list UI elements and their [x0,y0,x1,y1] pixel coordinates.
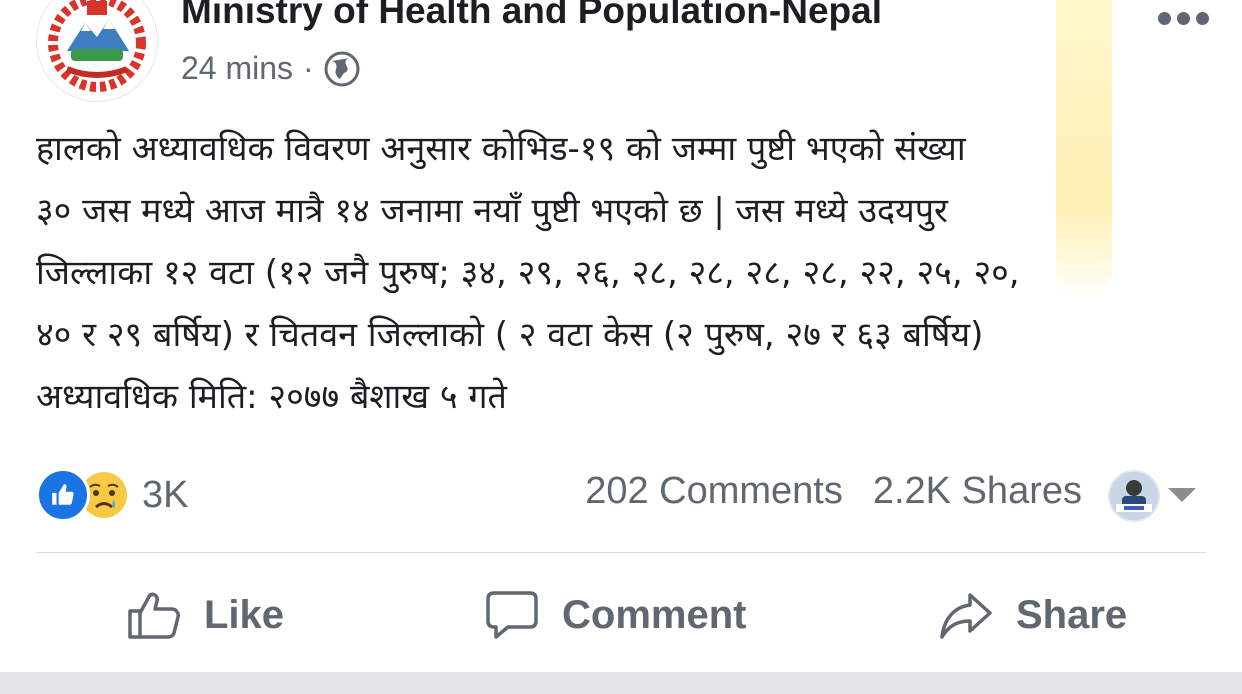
comment-label: Comment [562,592,747,637]
post-text-line: ४० र २९ बर्षिय) र चितवन जिल्लाको ( २ वटा… [36,315,984,355]
comment-button[interactable]: Comment [484,580,746,650]
thumbs-up-icon [128,592,180,639]
reaction-count: 3K [142,473,189,516]
engagement-stats: 202 Comments 2.2K Shares [585,470,1082,513]
share-arrow-icon [940,593,992,639]
post-text: हालको अध्यावधिक विवरण अनुसार कोभिड-१९ को… [36,118,1216,428]
reactions-summary[interactable]: 3K [36,468,188,522]
more-dot [1158,11,1171,25]
nepal-emblem-icon [39,0,155,99]
share-label: Share [1016,592,1128,637]
like-button[interactable]: Like [126,580,284,650]
chevron-down-icon[interactable] [1168,488,1196,502]
more-dot [1196,11,1209,25]
globe-icon [324,51,360,87]
meta-separator: · [303,50,314,86]
post-text-line: ३० जस मध्ये आज मात्रै १४ जनामा नयाँ पुष्… [36,191,948,231]
comment-icon [486,591,538,639]
post-meta: 24 mins · [181,50,360,87]
comments-count[interactable]: 202 Comments [585,470,843,513]
shares-count[interactable]: 2.2K Shares [873,470,1082,513]
viewer-avatar[interactable] [1108,470,1160,522]
like-label: Like [204,592,285,637]
feed-separator [0,672,1242,694]
post-time[interactable]: 24 mins [181,50,293,87]
post-text-line: जिल्लाका १२ वटा (१२ जनै पुरुष; ३४, २९, २… [36,253,1020,293]
post-text-line: अध्यावधिक मिति: २०७७ बैशाख ५ गते [36,377,507,417]
more-options-icon[interactable] [1158,8,1218,28]
share-button[interactable]: Share [938,580,1127,650]
like-reaction-icon [36,468,90,522]
page-avatar[interactable] [36,0,158,102]
page-name[interactable]: Ministry of Health and Population-Nepal [181,0,882,32]
divider [36,552,1206,553]
post-text-line: हालको अध्यावधिक विवरण अनुसार कोभिड-१९ को… [36,129,966,169]
action-bar: Like Comment Share [0,580,1242,650]
more-dot [1177,11,1190,25]
